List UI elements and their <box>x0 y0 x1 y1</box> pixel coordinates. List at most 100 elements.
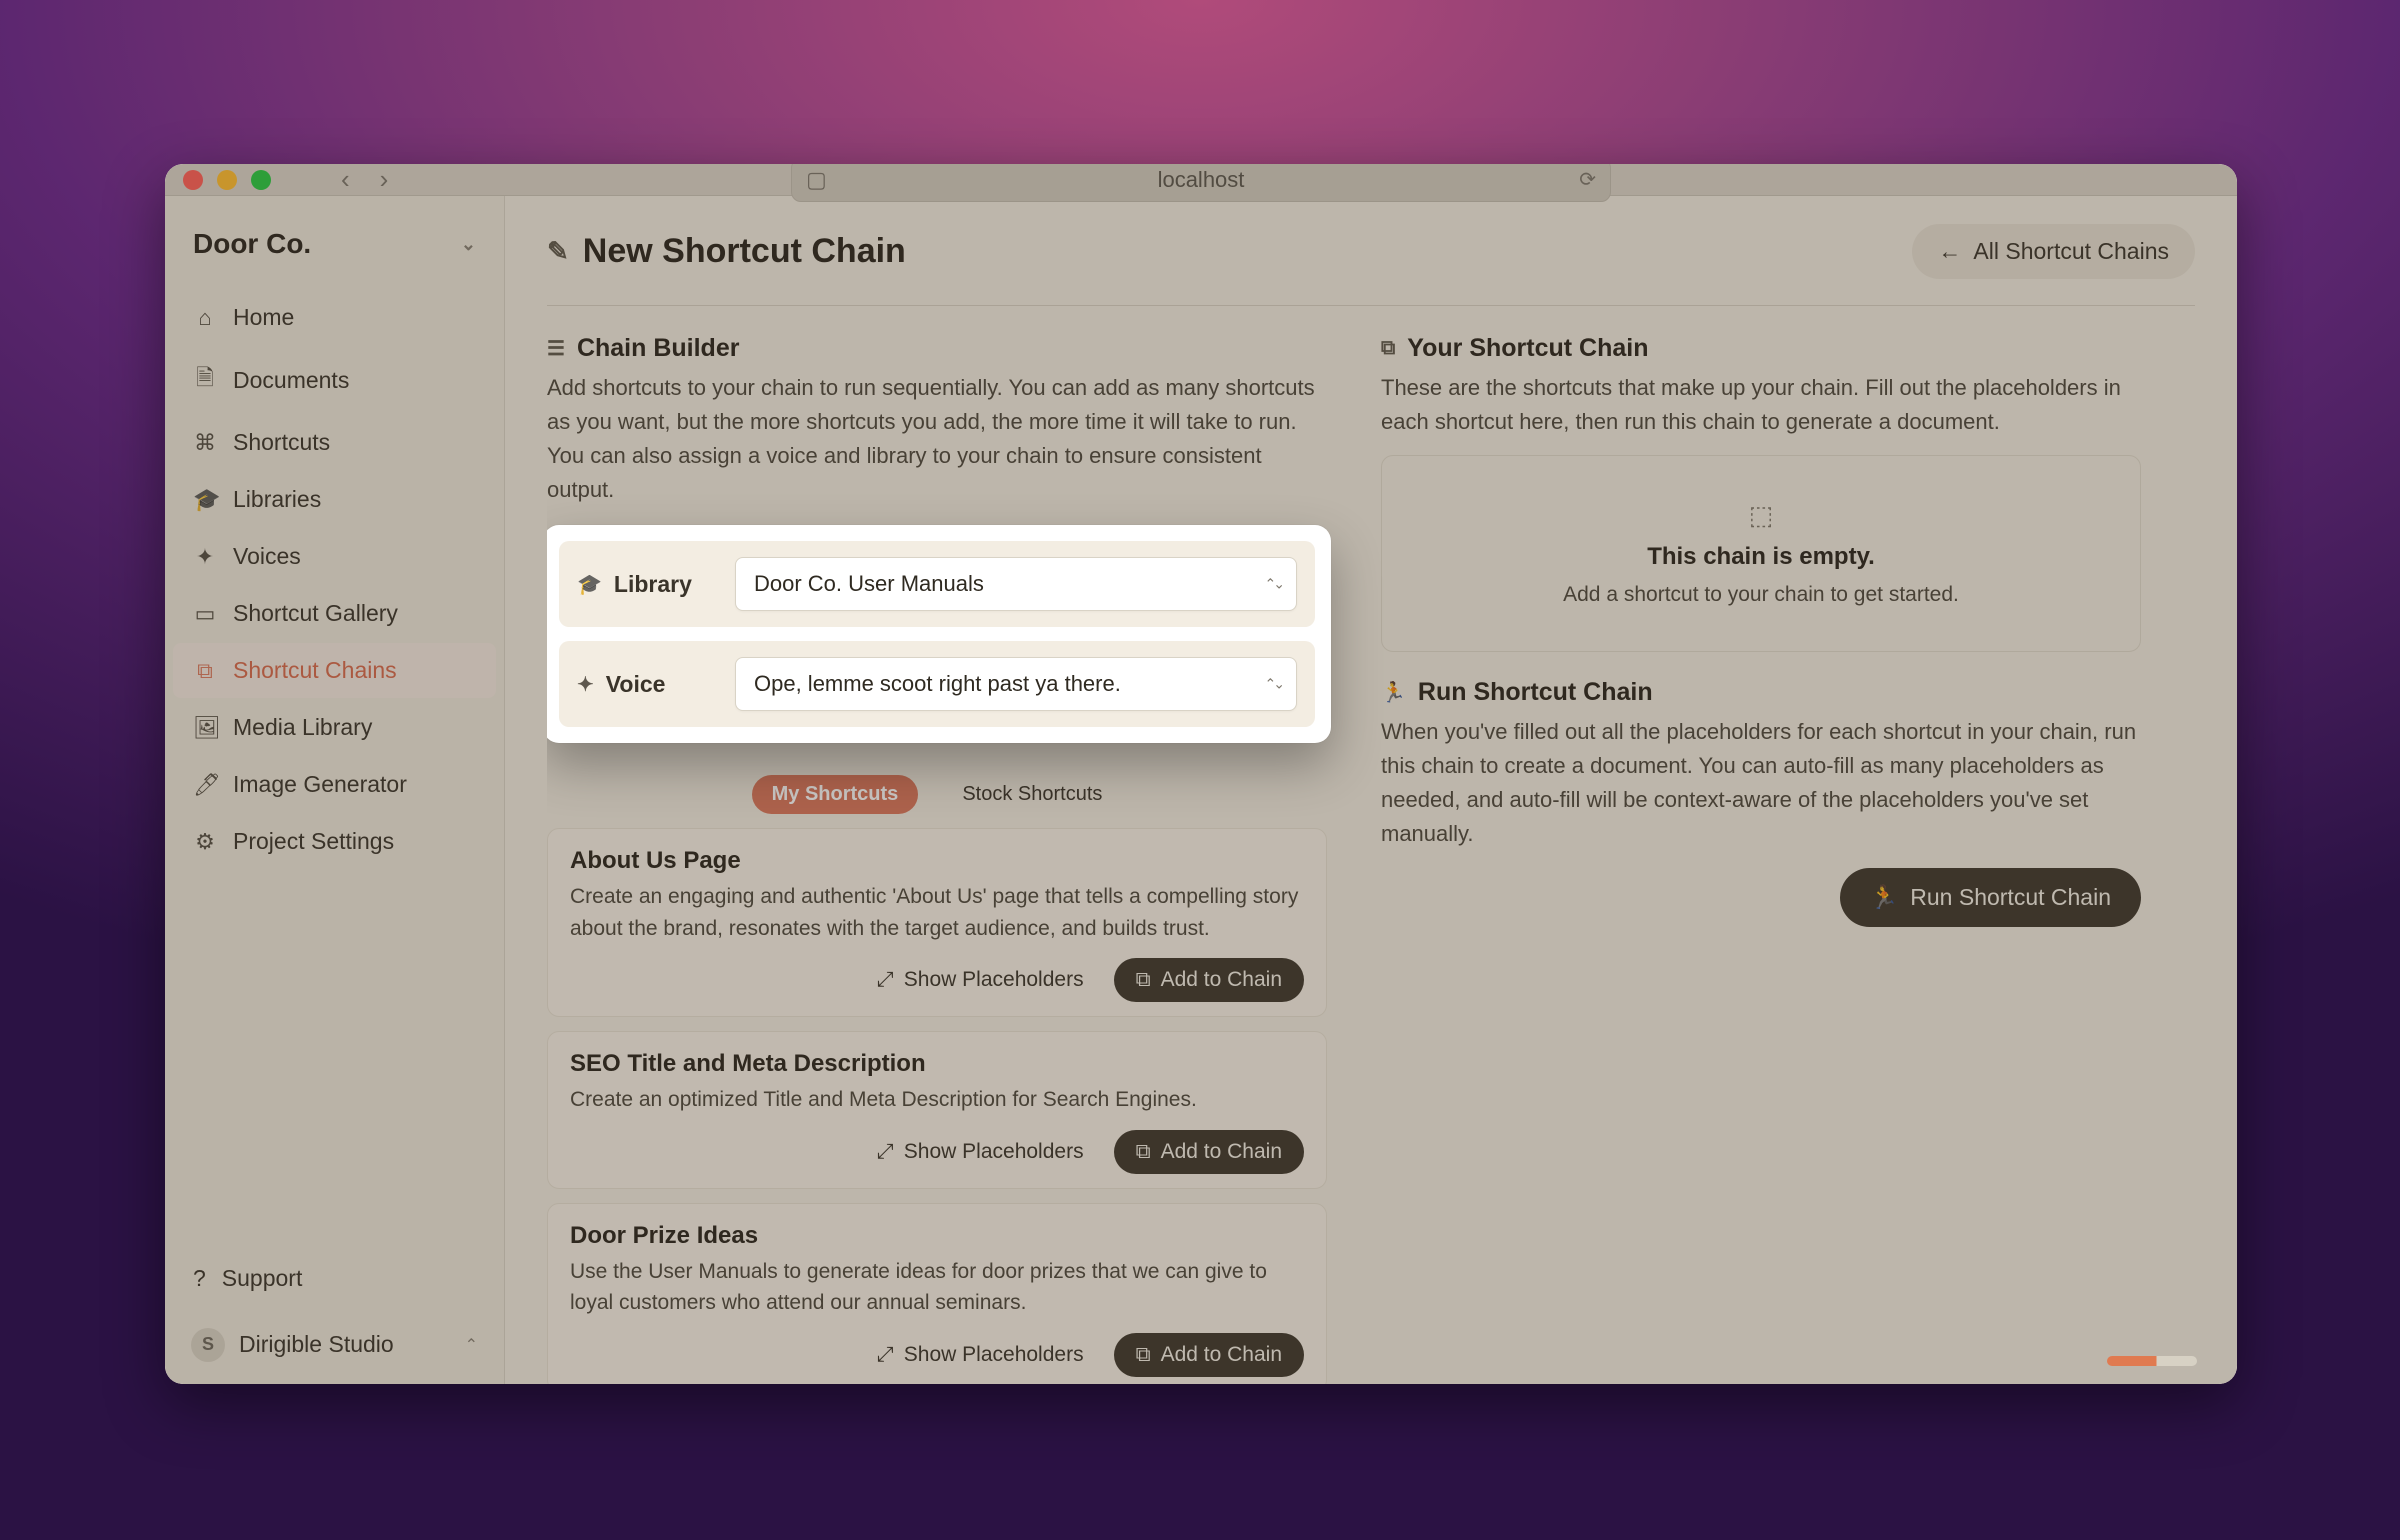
sidebar-item-shortcut-gallery[interactable]: ▭Shortcut Gallery <box>173 586 496 641</box>
add-to-chain-button[interactable]: ⧉Add to Chain <box>1114 1333 1304 1377</box>
card-description: Use the User Manuals to generate ideas f… <box>570 1256 1304 1319</box>
shortcut-card: SEO Title and Meta Description Create an… <box>547 1031 1327 1189</box>
dropdown-value: Door Co. User Manuals <box>754 571 984 596</box>
expand-icon: ⤢ <box>877 968 894 992</box>
media-library-icon: 🖼 <box>193 715 217 741</box>
site-settings-icon: ▢ <box>806 167 827 193</box>
sidebar-item-label: Image Generator <box>233 771 407 798</box>
run-shortcut-chain-button[interactable]: 🏃 Run Shortcut Chain <box>1840 868 2141 927</box>
shortcut-card-list: About Us Page Create an engaging and aut… <box>547 828 1327 1384</box>
sidebar-item-voices[interactable]: ✦Voices <box>173 529 496 584</box>
documents-icon: 🗎 <box>193 361 217 399</box>
expand-icon: ⤢ <box>877 1140 894 1164</box>
button-label: Add to Chain <box>1161 1140 1282 1164</box>
section-heading-text: Chain Builder <box>577 334 740 363</box>
add-to-chain-button[interactable]: ⧉ Add to Chain <box>1114 1130 1304 1174</box>
expand-icon: ⤢ <box>877 1343 894 1367</box>
maximize-window-button[interactable] <box>251 170 271 190</box>
section-heading: ⧉ Your Shortcut Chain <box>1381 334 2141 363</box>
section-heading: 🏃 Run Shortcut Chain <box>1381 678 2141 707</box>
chain-builder-column: ☰ Chain Builder Add shortcuts to your ch… <box>547 334 1327 1384</box>
section-heading-text: Your Shortcut Chain <box>1407 334 1648 363</box>
sidebar-item-shortcut-chains[interactable]: ⧉Shortcut Chains <box>173 643 496 698</box>
tab-stock-shortcuts[interactable]: Stock Shortcuts <box>942 775 1122 814</box>
sidebar-item-support[interactable]: ? Support <box>173 1251 496 1306</box>
sidebar-item-label: Support <box>222 1265 303 1292</box>
url-bar[interactable]: ▢ localhost ⟳ <box>791 164 1611 202</box>
voice-icon: ✦ <box>577 672 594 697</box>
card-description: Create an engaging and authentic 'About … <box>570 881 1304 944</box>
card-description: Create an optimized Title and Meta Descr… <box>570 1084 1304 1116</box>
chain-icon: ⧉ <box>1381 337 1395 360</box>
button-label: Show Placeholders <box>904 1140 1084 1164</box>
progress-strip <box>2107 1356 2197 1366</box>
chain-icon: ⧉ <box>1136 968 1151 992</box>
sidebar-item-shortcuts[interactable]: ⌘ Shortcuts <box>173 415 496 470</box>
window-controls <box>183 170 271 190</box>
minimize-window-button[interactable] <box>217 170 237 190</box>
updown-caret-icon: ⌃⌄ <box>1265 676 1282 693</box>
workspace-name: Door Co. <box>193 228 311 260</box>
sidebar-item-libraries[interactable]: 🎓Libraries <box>173 472 496 527</box>
library-voice-panel: 🎓 Library Door Co. User Manuals ⌃⌄ ✦ Voice… <box>547 525 1331 743</box>
page-title: ✎ New Shortcut Chain <box>547 232 906 271</box>
library-dropdown[interactable]: Door Co. User Manuals ⌃⌄ <box>735 557 1297 611</box>
tab-my-shortcuts[interactable]: My Shortcuts <box>752 775 919 814</box>
sidebar-item-home[interactable]: ⌂Home <box>173 290 496 345</box>
forward-button[interactable]: › <box>380 164 389 195</box>
support-icon: ? <box>193 1265 206 1292</box>
workspace-switcher[interactable]: Door Co. ⌄ <box>165 204 504 286</box>
shortcut-card: Door Prize Ideas Use the User Manuals to… <box>547 1203 1327 1384</box>
close-window-button[interactable] <box>183 170 203 190</box>
library-icon: 🎓 <box>577 572 602 597</box>
url-text: localhost <box>1158 167 1245 193</box>
account-name: Dirigible Studio <box>239 1331 394 1358</box>
show-placeholders-button[interactable]: ⤢Show Placeholders <box>863 1333 1098 1377</box>
run-icon: 🏃 <box>1870 884 1899 911</box>
project-settings-icon: ⚙ <box>193 829 217 855</box>
app-window: ‹ › ▢ localhost ⟳ Door Co. ⌄ ⌂Home 🗎 Docu… <box>165 164 2237 1384</box>
sidebar-item-label: Libraries <box>233 486 321 513</box>
button-label: Run Shortcut Chain <box>1910 884 2111 911</box>
card-title: About Us Page <box>570 847 1304 875</box>
browser-nav: ‹ › <box>341 164 388 195</box>
sidebar-item-media-library[interactable]: 🖼Media Library <box>173 700 496 755</box>
sidebar-item-label: Project Settings <box>233 828 394 855</box>
avatar: S <box>191 1328 225 1362</box>
field-label: Library <box>614 571 692 598</box>
sidebar-item-label: Shortcuts <box>233 429 330 456</box>
sidebar-item-documents[interactable]: 🗎 Documents <box>173 347 496 413</box>
empty-chain-box: ⬚ This chain is empty. Add a shortcut to… <box>1381 455 2141 652</box>
account-switcher[interactable]: S Dirigible Studio ⌃ <box>173 1314 496 1376</box>
edit-icon: ✎ <box>547 236 569 267</box>
main-content: ✎ New Shortcut Chain ← All Shortcut Chai… <box>505 196 2237 1384</box>
shortcuts-icon: ⌘ <box>193 430 217 456</box>
sidebar-nav: ⌂Home 🗎 Documents ⌘ Shortcuts 🎓Libraries ✦… <box>165 286 504 1251</box>
browser-titlebar: ‹ › ▢ localhost ⟳ <box>165 164 2237 196</box>
add-to-chain-button[interactable]: ⧉ Add to Chain <box>1114 958 1304 1002</box>
voice-dropdown[interactable]: Ope, lemme scoot right past ya there. ⌃⌄ <box>735 657 1297 711</box>
sidebar-item-image-generator[interactable]: 🖊 Image Generator <box>173 757 496 812</box>
show-placeholders-button[interactable]: ⤢ Show Placeholders <box>863 1130 1098 1174</box>
button-label: Add to Chain <box>1161 968 1282 992</box>
back-button[interactable]: ‹ <box>341 164 350 195</box>
run-icon: 🏃 <box>1381 680 1406 705</box>
chain-icon: ⧉ <box>1136 1140 1151 1164</box>
image-generator-icon: 🖊 <box>193 772 217 798</box>
your-chain-column: ⧉ Your Shortcut Chain These are the shor… <box>1381 334 2141 1384</box>
show-placeholders-button[interactable]: ⤢Show Placeholders <box>863 958 1098 1002</box>
field-label: Voice <box>606 671 666 698</box>
sidebar-item-label: Shortcut Gallery <box>233 600 398 627</box>
page-title-text: New Shortcut Chain <box>583 232 906 271</box>
page-header: ✎ New Shortcut Chain ← All Shortcut Chai… <box>547 224 2195 306</box>
button-label: All Shortcut Chains <box>1973 238 2169 265</box>
dropdown-value: Ope, lemme scoot right past ya there. <box>754 671 1121 696</box>
all-shortcut-chains-button[interactable]: ← All Shortcut Chains <box>1912 224 2195 279</box>
voice-selector-row: ✦ Voice Ope, lemme scoot right past ya th… <box>559 641 1315 727</box>
sidebar-item-label: Documents <box>233 367 349 394</box>
sidebar-item-project-settings[interactable]: ⚙ Project Settings <box>173 814 496 869</box>
reload-icon[interactable]: ⟳ <box>1579 167 1596 192</box>
sidebar: Door Co. ⌄ ⌂Home 🗎 Documents ⌘ Shortcuts 🎓… <box>165 196 505 1384</box>
empty-title: This chain is empty. <box>1647 543 1875 571</box>
chevron-down-icon: ⌄ <box>461 234 476 255</box>
